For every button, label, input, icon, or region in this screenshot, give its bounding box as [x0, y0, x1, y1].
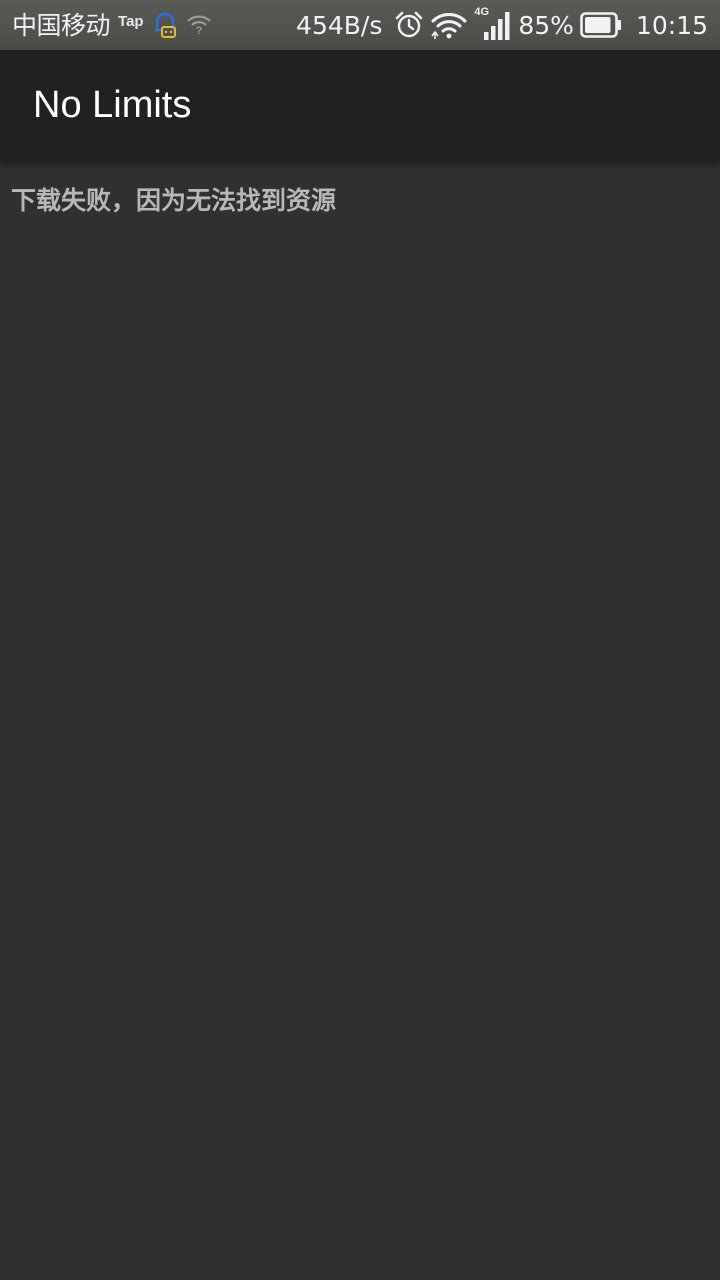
network-speed: 454B/s	[296, 10, 383, 40]
cell-signal-group: 4G	[474, 6, 512, 42]
battery-icon	[580, 12, 622, 38]
main-content: 下载失败，因为无法找到资源	[0, 162, 720, 1280]
battery-percent: 85%	[518, 10, 574, 40]
carrier-name: 中国移动	[12, 10, 111, 40]
status-bar-right: 454B/s 4G 85% 10:15	[296, 6, 708, 42]
app-title: No Limits	[33, 84, 192, 126]
screen: 中国移动 Tap ? 454B/s 4G 85% 10:15 No Limits…	[0, 0, 720, 1280]
status-clock: 10:15	[635, 10, 708, 40]
status-bar: 中国移动 Tap ? 454B/s 4G 85% 10:15	[0, 0, 720, 50]
download-error-message: 下载失败，因为无法找到资源	[11, 186, 337, 215]
svg-text:?: ?	[195, 25, 202, 37]
notification-bell-icon	[152, 10, 178, 40]
wifi-icon	[430, 10, 468, 40]
alarm-clock-icon	[394, 10, 424, 40]
status-bar-left: 中国移动 Tap ?	[12, 10, 212, 40]
tap-notification-label: Tap	[118, 12, 144, 30]
wifi-question-icon: ?	[186, 13, 212, 37]
cell-signal-icon	[474, 8, 512, 46]
app-bar: No Limits	[0, 50, 720, 162]
